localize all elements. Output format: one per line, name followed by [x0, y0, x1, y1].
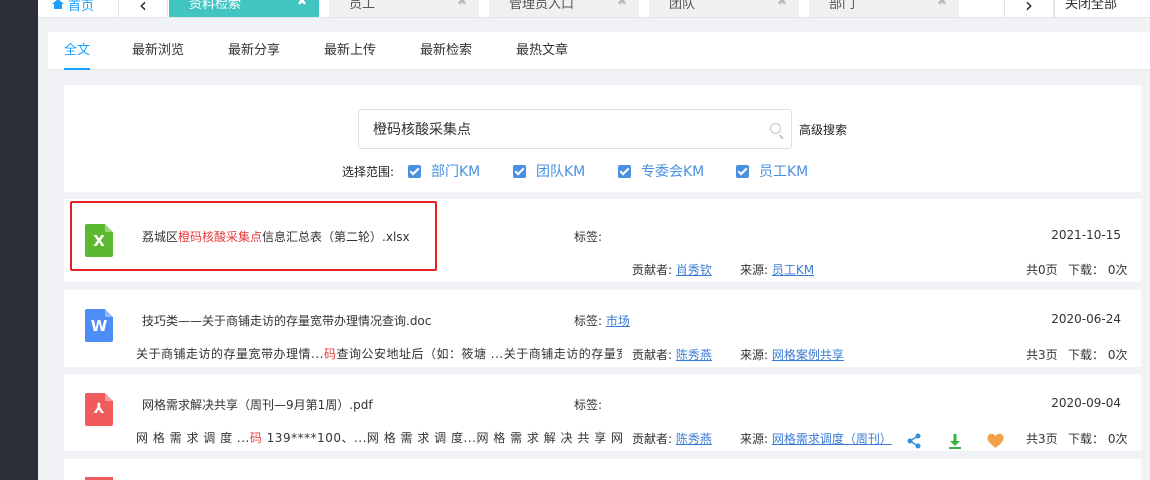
source-link[interactable]: 网格案例共享 — [772, 348, 844, 362]
subtab-latest-browse[interactable]: 最新浏览 — [132, 32, 184, 70]
pdf-file-icon: ⅄ — [85, 393, 113, 426]
tab-item[interactable]: 部门 ✖ — [809, 0, 959, 17]
tab-home-label: 首页 — [68, 0, 95, 14]
scope-staff-km[interactable]: 员工KM — [736, 161, 808, 181]
scope-team-km[interactable]: 团队KM — [513, 161, 585, 181]
scope-label-text: 部门KM — [431, 164, 481, 180]
close-icon[interactable]: ✖ — [617, 0, 627, 8]
result-source: 来源: 网格案例共享 — [740, 348, 844, 362]
subtab-latest-share[interactable]: 最新分享 — [228, 32, 280, 70]
left-sidebar — [0, 0, 38, 480]
scope-dept-km[interactable]: 部门KM — [408, 161, 480, 181]
result-pages: 共3页 — [1026, 348, 1058, 362]
source-link[interactable]: 员工KM — [772, 263, 814, 277]
scope-label-text: 员工KM — [759, 164, 809, 180]
tabs-prev-button[interactable]: ‹ — [118, 0, 168, 17]
subtab-hottest[interactable]: 最热文章 — [516, 32, 568, 70]
subtab-latest-search[interactable]: 最新检索 — [420, 32, 472, 70]
subtab-latest-upload[interactable]: 最新上传 — [324, 32, 376, 70]
subtab-fulltext[interactable]: 全文 — [64, 32, 91, 70]
scope-committee-km[interactable]: 专委会KM — [618, 161, 704, 181]
scope-label: 选择范围: — [342, 165, 395, 179]
search-panel: 高级搜索 选择范围: 部门KM 团队KM 专委会KM 员工KM — [64, 85, 1141, 192]
result-pages: 共0页 — [1026, 263, 1058, 277]
doc-file-icon: W — [85, 309, 113, 342]
tab-item[interactable]: 资料检索 ✖ — [169, 0, 319, 17]
result-downloads: 下载： 0次 — [1068, 432, 1128, 446]
result-tags: 标签: 市场 — [574, 314, 630, 328]
subtabs: 全文 最新浏览 最新分享 最新上传 最新检索 最热文章 — [48, 32, 1150, 70]
result-date: 2020-09-04 — [1051, 396, 1121, 410]
result-tags: 标签: — [574, 230, 603, 244]
contributor-link[interactable]: 陈秀燕 — [676, 348, 712, 362]
close-icon[interactable]: ✖ — [457, 0, 467, 8]
search-input[interactable] — [359, 110, 749, 148]
tab-label: 部门 — [829, 0, 856, 12]
close-icon[interactable]: ✖ — [777, 0, 787, 8]
download-icon[interactable] — [948, 433, 962, 449]
result-contributor: 贡献者: 陈秀燕 — [632, 432, 712, 446]
result-snippet: 关于商铺走访的存量宽带办理情...码查询公安地址后（如：筱塘 ...关于商铺走访… — [136, 347, 622, 361]
result-item — [64, 459, 1141, 480]
highlight-frame — [70, 201, 437, 271]
search-icon[interactable] — [770, 123, 781, 134]
result-title[interactable]: 网格需求解决共享（周刊—9月第1周）.pdf — [142, 396, 373, 413]
result-pages: 共3页 — [1026, 432, 1058, 446]
tab-label: 管理员入口 — [509, 0, 575, 12]
search-box — [358, 109, 792, 149]
result-snippet: 网 格 需 求 调 度 ...码 139****100、...网 格 需 求 调… — [136, 431, 622, 445]
scope-label-text: 团队KM — [536, 164, 586, 180]
result-source: 来源: 网格需求调度（周刊） — [740, 432, 892, 446]
advanced-search-link[interactable]: 高级搜索 — [799, 121, 847, 138]
result-date: 2021-10-15 — [1051, 228, 1121, 242]
share-icon[interactable] — [906, 433, 922, 449]
tab-home[interactable]: 首页 — [52, 0, 112, 15]
tab-label: 资料检索 — [189, 0, 242, 12]
tab-item[interactable]: 员工 ✖ — [329, 0, 479, 17]
checkbox-checked-icon[interactable] — [618, 164, 631, 178]
result-tags: 标签: — [574, 398, 603, 412]
result-downloads: 下载： 0次 — [1068, 348, 1128, 362]
close-icon[interactable]: ✖ — [297, 0, 307, 8]
scope-label-text: 专委会KM — [641, 164, 705, 180]
result-date: 2020-06-24 — [1051, 312, 1121, 326]
home-icon — [52, 0, 64, 9]
tab-label: 员工 — [349, 0, 376, 12]
tabs-bar: 首页 ‹ 资料检索 ✖ 员工 ✖ 管理员入口 ✖ 团队 ✖ 部门 ✖ › 关闭全… — [38, 0, 1150, 18]
tabs-next-button[interactable]: › — [1004, 0, 1054, 17]
checkbox-checked-icon[interactable] — [513, 164, 526, 178]
tab-label: 团队 — [669, 0, 696, 12]
result-item: ⅄ 网格需求解决共享（周刊—9月第1周）.pdf 标签: 2020-09-04 … — [64, 374, 1141, 451]
result-item: W 技巧类——关于商铺走访的存量宽带办理情况查询.doc 标签: 市场 2020… — [64, 290, 1141, 367]
checkbox-checked-icon[interactable] — [736, 164, 749, 178]
favorite-heart-icon[interactable] — [987, 433, 1004, 449]
contributor-link[interactable]: 陈秀燕 — [676, 432, 712, 446]
result-downloads: 下载： 0次 — [1068, 263, 1128, 277]
tab-item[interactable]: 团队 ✖ — [649, 0, 799, 17]
result-contributor: 贡献者: 肖秀钦 — [632, 263, 712, 277]
close-all-label: 关闭全部 — [1065, 0, 1118, 12]
close-all-button[interactable]: 关闭全部 — [1054, 0, 1150, 17]
tag-link[interactable]: 市场 — [606, 314, 630, 328]
contributor-link[interactable]: 肖秀钦 — [676, 263, 712, 277]
checkbox-checked-icon[interactable] — [408, 164, 421, 178]
close-icon[interactable]: ✖ — [937, 0, 947, 8]
result-title[interactable]: 技巧类——关于商铺走访的存量宽带办理情况查询.doc — [142, 312, 431, 329]
source-link[interactable]: 网格需求调度（周刊） — [772, 432, 892, 446]
result-contributor: 贡献者: 陈秀燕 — [632, 348, 712, 362]
result-source: 来源: 员工KM — [740, 263, 815, 277]
tab-item[interactable]: 管理员入口 ✖ — [489, 0, 639, 17]
